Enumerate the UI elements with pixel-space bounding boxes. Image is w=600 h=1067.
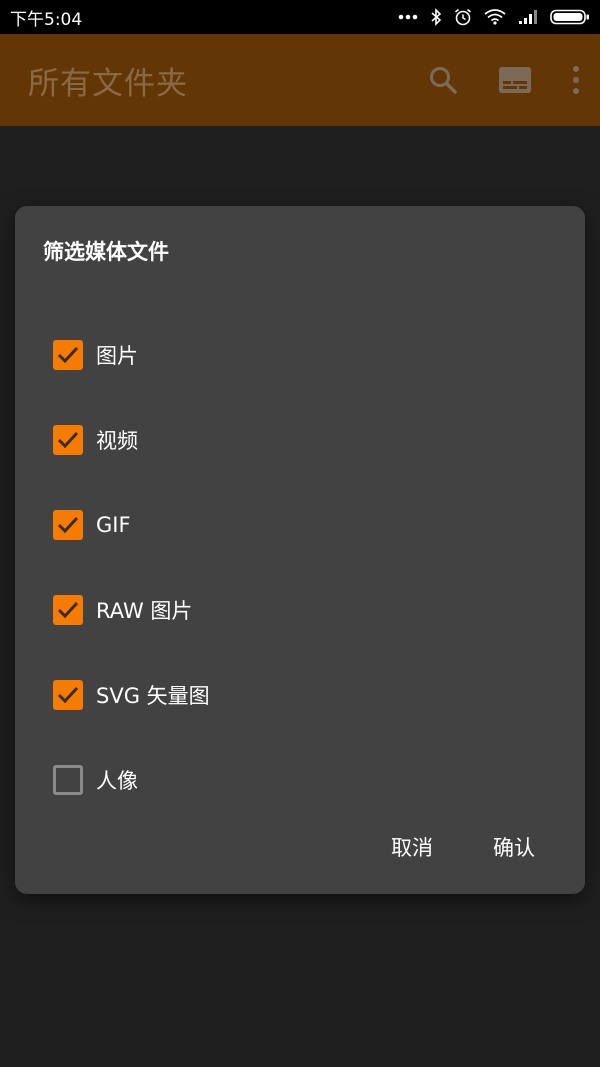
option-raw[interactable]: RAW 图片 bbox=[53, 567, 210, 652]
status-icons bbox=[398, 8, 590, 26]
status-time: 下午5:04 bbox=[10, 9, 83, 30]
app-bar: 所有文件夹 bbox=[0, 34, 600, 126]
confirm-button[interactable]: 确认 bbox=[493, 832, 535, 862]
status-bar: 下午5:04 bbox=[0, 0, 600, 34]
app-actions bbox=[428, 34, 580, 126]
dialog-actions: 取消 确认 bbox=[391, 832, 535, 862]
option-label: 视频 bbox=[96, 428, 138, 453]
wifi-icon bbox=[484, 9, 506, 25]
app-title: 所有文件夹 bbox=[28, 65, 188, 102]
checkbox-portraits[interactable] bbox=[53, 764, 83, 795]
subtitles-icon[interactable] bbox=[498, 66, 532, 94]
option-label: 人像 bbox=[96, 768, 138, 793]
screen: 下午5:04 所有文件夹 筛选媒体文件 图片 视频 GIF RAW 图片 SVG… bbox=[0, 0, 600, 1067]
check-icon bbox=[57, 346, 79, 363]
check-icon bbox=[57, 516, 79, 533]
option-label: RAW 图片 bbox=[96, 598, 193, 623]
check-icon bbox=[57, 431, 79, 448]
cancel-button[interactable]: 取消 bbox=[391, 832, 433, 862]
option-list: 图片 视频 GIF RAW 图片 SVG 矢量图 人像 bbox=[53, 312, 210, 822]
check-icon bbox=[57, 601, 79, 618]
option-videos[interactable]: 视频 bbox=[53, 397, 210, 482]
check-icon bbox=[57, 686, 79, 703]
option-label: GIF bbox=[96, 512, 131, 537]
signal-icon bbox=[518, 9, 538, 25]
filter-media-dialog: 筛选媒体文件 图片 视频 GIF RAW 图片 SVG 矢量图 人像 取消 确认 bbox=[15, 206, 585, 894]
option-label: SVG 矢量图 bbox=[96, 683, 210, 708]
checkbox-videos[interactable] bbox=[53, 424, 83, 455]
checkbox-images[interactable] bbox=[53, 339, 83, 370]
search-icon[interactable] bbox=[428, 65, 458, 95]
option-gif[interactable]: GIF bbox=[53, 482, 210, 567]
battery-icon bbox=[550, 9, 590, 25]
alarm-icon bbox=[454, 8, 472, 26]
checkbox-gif[interactable] bbox=[53, 509, 83, 540]
checkbox-svg[interactable] bbox=[53, 679, 83, 710]
checkbox-raw[interactable] bbox=[53, 594, 83, 625]
dialog-title: 筛选媒体文件 bbox=[43, 240, 169, 264]
more-dots-icon bbox=[398, 14, 418, 20]
bluetooth-icon bbox=[430, 8, 442, 26]
option-portraits[interactable]: 人像 bbox=[53, 737, 210, 822]
option-label: 图片 bbox=[96, 343, 138, 368]
more-vert-icon[interactable] bbox=[572, 65, 580, 95]
option-svg[interactable]: SVG 矢量图 bbox=[53, 652, 210, 737]
option-images[interactable]: 图片 bbox=[53, 312, 210, 397]
